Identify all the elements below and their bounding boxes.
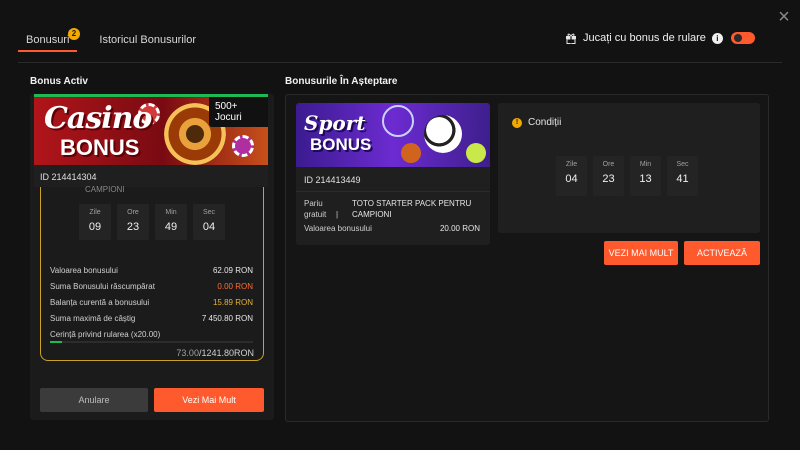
- wagering-total: /1241.80RON: [198, 348, 254, 358]
- sport-bonus-card[interactable]: Sport BONUS ID 214413449 Pariu gratuit |…: [296, 103, 490, 245]
- detail-value: 62.09 RON: [212, 266, 253, 275]
- wagering-current: 73.00: [176, 348, 199, 358]
- countdown-label: Ore: [127, 209, 139, 216]
- tab-bonus-history-label: Istoricul Bonusurilor: [99, 34, 197, 46]
- detail-row-max-win: Suma maximă de câștig 7 450.80 RON: [50, 314, 253, 323]
- detail-label: Suma Bonusului răscumpărat: [50, 282, 155, 291]
- sport-bonus-banner: Sport BONUS: [296, 103, 490, 167]
- countdown-hours: Ore 23: [117, 204, 149, 240]
- tab-bonuses[interactable]: Bonusuri 2: [18, 28, 80, 52]
- tab-bonuses-count-badge: 2: [68, 28, 80, 40]
- countdown-minutes: Min 13: [630, 156, 661, 196]
- tab-bonuses-label: Bonusuri: [26, 34, 70, 46]
- bonus-value: 20.00 RON: [439, 224, 480, 233]
- toggle-knob: [733, 34, 742, 42]
- conditions-title: Condiții: [528, 117, 562, 128]
- detail-value: 0.00 RON: [217, 282, 253, 291]
- detail-label: Cerință privind rularea (x20.00): [50, 330, 161, 339]
- detail-label: Balanța curentă a bonusului: [50, 298, 150, 307]
- countdown-days: Zile 09: [79, 204, 111, 240]
- countdown-value: 41: [676, 173, 689, 185]
- pending-bonuses-title: Bonusurile În Așteptare: [285, 76, 398, 87]
- active-bonus-card: Casino BONUS 500+ Jocuri ID 214414304 CA…: [30, 94, 274, 420]
- games-count-badge: 500+ Jocuri: [209, 97, 268, 127]
- cancel-bonus-button[interactable]: Anulare: [40, 388, 148, 412]
- header-divider: [18, 62, 782, 63]
- detail-label: Suma maximă de câștig: [50, 314, 136, 323]
- view-more-pending-button[interactable]: VEZI MAI MULT: [604, 241, 678, 265]
- tab-bar: Bonusuri 2 Istoricul Bonusurilor: [18, 28, 204, 54]
- active-countdown: Zile 09 Ore 23 Min 49 Sec 04: [79, 204, 225, 240]
- casino-chip-icon: [232, 135, 254, 157]
- wagering-progress-fill: [50, 341, 63, 343]
- pending-bonus-id: ID 214413449: [304, 175, 361, 185]
- close-icon[interactable]: ×: [775, 7, 793, 27]
- countdown-value: 23: [126, 221, 140, 233]
- countdown-seconds: Sec 41: [667, 156, 698, 196]
- card-divider: [296, 191, 490, 192]
- countdown-label: Zile: [565, 161, 578, 168]
- banner-subtitle: BONUS: [60, 135, 140, 160]
- info-icon[interactable]: i: [711, 32, 723, 44]
- countdown-label: Min: [639, 161, 652, 168]
- countdown-value: 49: [164, 221, 178, 233]
- countdown-label: Ore: [602, 161, 615, 168]
- tennis-racket-icon: [382, 105, 414, 137]
- rollover-toggle-row: Jucați cu bonus de rulare i: [565, 32, 755, 44]
- countdown-value: 04: [565, 173, 578, 185]
- bet-type-label-1: Pariu: [304, 199, 323, 208]
- countdown-label: Min: [165, 209, 177, 216]
- detail-value: 7 450.80 RON: [201, 314, 253, 323]
- countdown-seconds: Sec 04: [193, 204, 225, 240]
- conditions-header[interactable]: ! Condiții: [512, 117, 561, 128]
- countdown-value: 04: [202, 221, 216, 233]
- casino-bonus-banner: Casino BONUS 500+ Jocuri: [34, 97, 268, 165]
- detail-label: Valoarea bonusului: [50, 266, 118, 275]
- bonus-value-label: Valoarea bonusului: [304, 224, 372, 233]
- conditions-card: ! Condiții Zile 04 Ore 23 Min 13 Sec 41: [498, 103, 760, 233]
- countdown-label: Sec: [202, 209, 216, 216]
- bet-name-line-2: CAMPIONI: [352, 210, 392, 219]
- bet-type-label-2: gratuit: [304, 210, 327, 219]
- countdown-label: Zile: [89, 209, 101, 216]
- bet-name-line-1: TOTO STARTER PACK PENTRU: [352, 199, 472, 208]
- detail-value: 15.89 RON: [212, 298, 253, 307]
- pending-countdown: Zile 04 Ore 23 Min 13 Sec 41: [556, 156, 698, 196]
- tennis-ball-icon: [466, 143, 486, 163]
- wagering-progress-bar: [50, 341, 253, 343]
- clipped-label: CAMPIONI: [85, 185, 125, 194]
- bet-separator: |: [336, 210, 339, 219]
- countdown-days: Zile 04: [556, 156, 587, 196]
- banner-title: Sport: [304, 111, 366, 135]
- countdown-label: Sec: [676, 161, 689, 168]
- detail-row-wagering: Cerință privind rularea (x20.00): [50, 330, 253, 339]
- active-bonus-id: ID 214414304: [34, 165, 268, 187]
- detail-row-current-balance: Balanța curentă a bonusului 15.89 RON: [50, 298, 253, 307]
- basketball-icon: [401, 143, 421, 163]
- alert-icon: !: [512, 117, 522, 128]
- wagering-progress-text: 73.00/1241.80RON: [176, 348, 254, 358]
- countdown-value: 23: [602, 173, 615, 185]
- activate-bonus-button[interactable]: ACTIVEAZĂ: [684, 241, 760, 265]
- countdown-value: 13: [639, 173, 652, 185]
- view-more-button[interactable]: Vezi Mai Mult: [154, 388, 264, 412]
- countdown-hours: Ore 23: [593, 156, 624, 196]
- active-bonus-title: Bonus Activ: [30, 76, 88, 87]
- detail-row-redeemed: Suma Bonusului răscumpărat 0.00 RON: [50, 282, 253, 291]
- banner-subtitle: BONUS: [310, 135, 372, 154]
- gift-icon: [566, 33, 576, 44]
- rollover-toggle-label: Jucați cu bonus de rulare: [583, 32, 706, 44]
- countdown-value: 09: [88, 221, 102, 233]
- tab-bonus-history[interactable]: Istoricul Bonusurilor: [91, 28, 204, 52]
- countdown-minutes: Min 49: [155, 204, 187, 240]
- pending-bonuses-panel: Sport BONUS ID 214413449 Pariu gratuit |…: [285, 94, 769, 422]
- rollover-toggle-switch[interactable]: [730, 32, 755, 44]
- football-icon: [424, 115, 462, 153]
- banner-title: Casino: [44, 101, 152, 136]
- detail-row-bonus-value: Valoarea bonusului 62.09 RON: [50, 266, 253, 275]
